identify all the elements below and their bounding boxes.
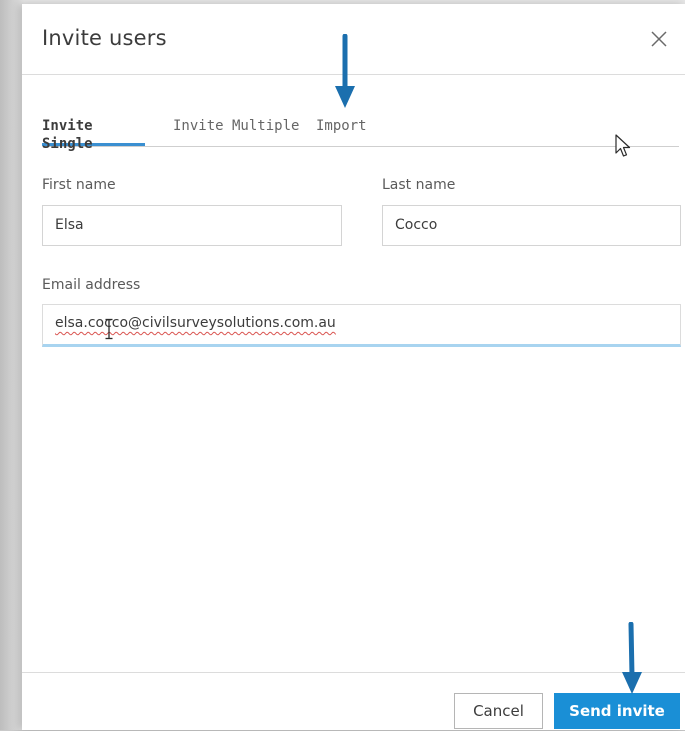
last-name-label: Last name	[382, 177, 456, 193]
dialog-title: Invite users	[42, 26, 167, 50]
email-value: elsa.cocco@civilsurveysolutions.com.au	[55, 315, 336, 331]
close-icon[interactable]	[649, 29, 669, 49]
dialog-footer: Cancel Send invite	[22, 672, 685, 731]
invite-tabs: Invite Single Invite Multiple Import	[42, 117, 679, 152]
tab-invite-single[interactable]: Invite Single	[42, 117, 145, 152]
email-field[interactable]: elsa.cocco@civilsurveysolutions.com.au	[42, 304, 681, 347]
first-name-label: First name	[42, 177, 116, 193]
cancel-button[interactable]: Cancel	[454, 693, 543, 729]
tab-invite-multiple[interactable]: Invite Multiple	[173, 117, 299, 146]
mouse-pointer-icon	[615, 134, 631, 157]
arrow-down-icon	[622, 622, 642, 694]
email-label: Email address	[42, 277, 141, 293]
text-cursor-icon	[105, 318, 113, 340]
arrow-down-icon	[335, 34, 355, 108]
first-name-field[interactable]: Elsa	[42, 205, 342, 246]
tab-import[interactable]: Import	[316, 117, 367, 146]
send-invite-button[interactable]: Send invite	[554, 693, 680, 729]
invite-users-dialog: Invite users Invite Single Invite Multip…	[22, 4, 685, 730]
last-name-field[interactable]: Cocco	[382, 205, 681, 246]
